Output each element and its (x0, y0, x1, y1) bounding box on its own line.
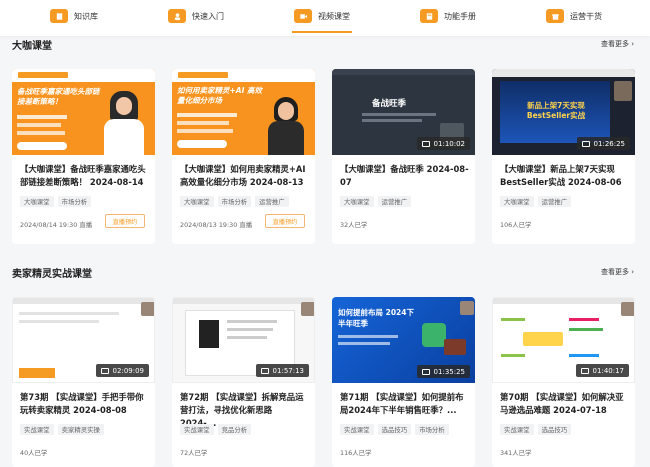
learner-count: 116人已学 (340, 449, 372, 457)
tag: 大咖课堂 (20, 196, 54, 207)
tag: 实战课堂 (500, 424, 534, 435)
tag: 实战课堂 (340, 424, 374, 435)
nav-item-manual[interactable]: 功能手册 (420, 9, 476, 23)
live-time: 2024/08/13 19:30 直播 (180, 221, 253, 229)
active-tab-indicator (292, 31, 352, 33)
course-thumbnail[interactable]: 01:57:13 (172, 297, 315, 383)
live-reservation-button[interactable]: 直播预约 (265, 214, 305, 228)
course-card[interactable]: 如何提前布局 2024下半年旺季 01:35:25 第71期 【实战课堂】如何提… (332, 297, 475, 467)
learner-count: 32人已学 (340, 221, 368, 229)
section-title-expert: 大咖课堂 (12, 41, 52, 52)
video-duration: 01:40:17 (575, 364, 629, 377)
tag: 卖家精灵实操 (57, 424, 104, 435)
video-duration: 01:57:13 (255, 364, 309, 377)
course-thumbnail[interactable]: 02:09:09 (12, 297, 155, 383)
video-duration: 01:26:25 (576, 137, 630, 150)
see-more-link[interactable]: 查看更多 › (601, 267, 634, 277)
section-title-practical: 卖家精灵实战课堂 (12, 269, 92, 280)
tag: 运营推广 (255, 196, 289, 207)
person-icon (168, 9, 186, 23)
live-time: 2024/08/14 19:30 直播 (20, 221, 93, 229)
course-card[interactable]: 如何用卖家精灵+AI 高效量化细分市场 【大咖课堂】如何用卖家精灵+AI高效量化… (172, 69, 315, 244)
course-card[interactable]: 备战旺季 01:10:02 【大咖课堂】备战旺季 2024-08-07 大咖课堂… (332, 69, 475, 244)
tag: 运营推广 (537, 196, 572, 207)
course-card[interactable]: 02:09:09 第73期 【实战课堂】手把手带你玩转卖家精灵 2024-08-… (12, 297, 155, 467)
nav-item-quickstart[interactable]: 快速入门 (168, 9, 224, 23)
tag: 市场分析 (217, 196, 252, 207)
live-reservation-button[interactable]: 直播预约 (105, 214, 145, 228)
course-thumbnail[interactable]: 备战旺季 01:10:02 (332, 69, 475, 155)
tag: 运营推广 (377, 196, 412, 207)
learner-count: 72人已学 (180, 449, 208, 457)
top-navigation: 知识库 快速入门 视频课堂 功能手册 运营干货 (0, 0, 650, 36)
tag: 实战课堂 (20, 424, 54, 435)
course-card[interactable]: 新品上架7天实现 BestSeller实战 01:26:25 【大咖课堂】新品上… (492, 69, 635, 244)
see-more-link[interactable]: 查看更多 › (601, 39, 634, 49)
tag: 大咖课堂 (180, 196, 214, 207)
tag: 实战课堂 (180, 424, 214, 435)
gift-icon (546, 9, 564, 23)
tag: 选品技巧 (377, 424, 412, 435)
video-icon (421, 368, 430, 375)
course-thumbnail[interactable]: 备战旺季嘉家通吃头部链接差断策略！ (12, 69, 155, 155)
course-thumbnail[interactable]: 如何用卖家精灵+AI 高效量化细分市场 (172, 69, 315, 155)
course-card[interactable]: 备战旺季嘉家通吃头部链接差断策略！ 【大咖课堂】备战旺季嘉家通吃头部链接差断策略… (12, 69, 155, 244)
course-thumbnail[interactable]: 新品上架7天实现 BestSeller实战 01:26:25 (492, 69, 635, 155)
tag: 大咖课堂 (340, 196, 374, 207)
video-icon (260, 367, 269, 374)
video-duration: 01:10:02 (416, 137, 470, 150)
video-duration: 01:35:25 (416, 365, 470, 378)
tag: 竞品分析 (217, 424, 252, 435)
nav-item-operations[interactable]: 运营干货 (546, 9, 602, 23)
learner-count: 40人已学 (20, 449, 48, 457)
course-card[interactable]: 01:57:13 第72期 【实战课堂】拆解竞品运营打法，寻找优化新思路 202… (172, 297, 315, 467)
video-duration: 02:09:09 (95, 364, 149, 377)
video-icon (580, 367, 589, 374)
nav-item-knowledge[interactable]: 知识库 (50, 9, 98, 23)
manual-icon (420, 9, 438, 23)
tag: 市场分析 (415, 424, 449, 435)
course-thumbnail[interactable]: 01:40:17 (492, 297, 635, 383)
tag: 选品技巧 (537, 424, 572, 435)
course-card[interactable]: 01:40:17 第70期 【实战课堂】如何解决亚马逊选品难题 2024-07-… (492, 297, 635, 467)
book-icon (50, 9, 68, 23)
video-icon (100, 367, 109, 374)
tag: 大咖课堂 (500, 196, 534, 207)
tag: 市场分析 (57, 196, 92, 207)
learner-count: 341人已学 (500, 449, 532, 457)
video-icon (421, 140, 430, 147)
learner-count: 106人已学 (500, 221, 532, 229)
video-icon (294, 9, 312, 23)
video-icon (581, 140, 590, 147)
course-thumbnail[interactable]: 如何提前布局 2024下半年旺季 01:35:25 (332, 297, 475, 383)
nav-item-video[interactable]: 视频课堂 (294, 9, 350, 23)
